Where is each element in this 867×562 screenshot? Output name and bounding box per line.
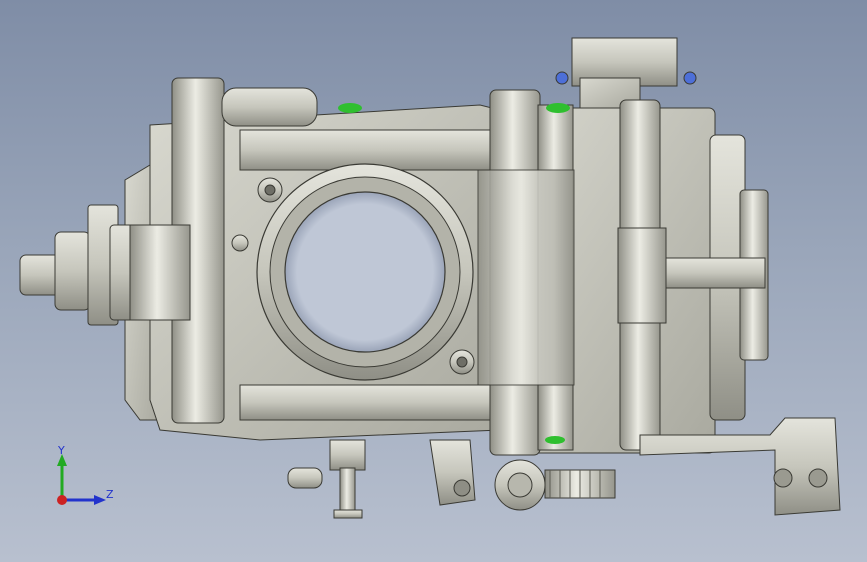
throttle-bore xyxy=(256,163,474,381)
z-axis-label: Z xyxy=(106,488,114,501)
x-axis-icon xyxy=(57,495,67,505)
y-axis-label: Y xyxy=(57,444,65,457)
axis-triad: Y Z xyxy=(57,444,114,505)
3d-viewport[interactable]: Y Z xyxy=(0,0,867,562)
vertical-shafts xyxy=(477,89,667,456)
bottom-pins xyxy=(287,439,366,519)
top-connector xyxy=(555,37,697,109)
adjuster-knob xyxy=(494,459,616,511)
throttle-body-model[interactable] xyxy=(0,0,867,562)
